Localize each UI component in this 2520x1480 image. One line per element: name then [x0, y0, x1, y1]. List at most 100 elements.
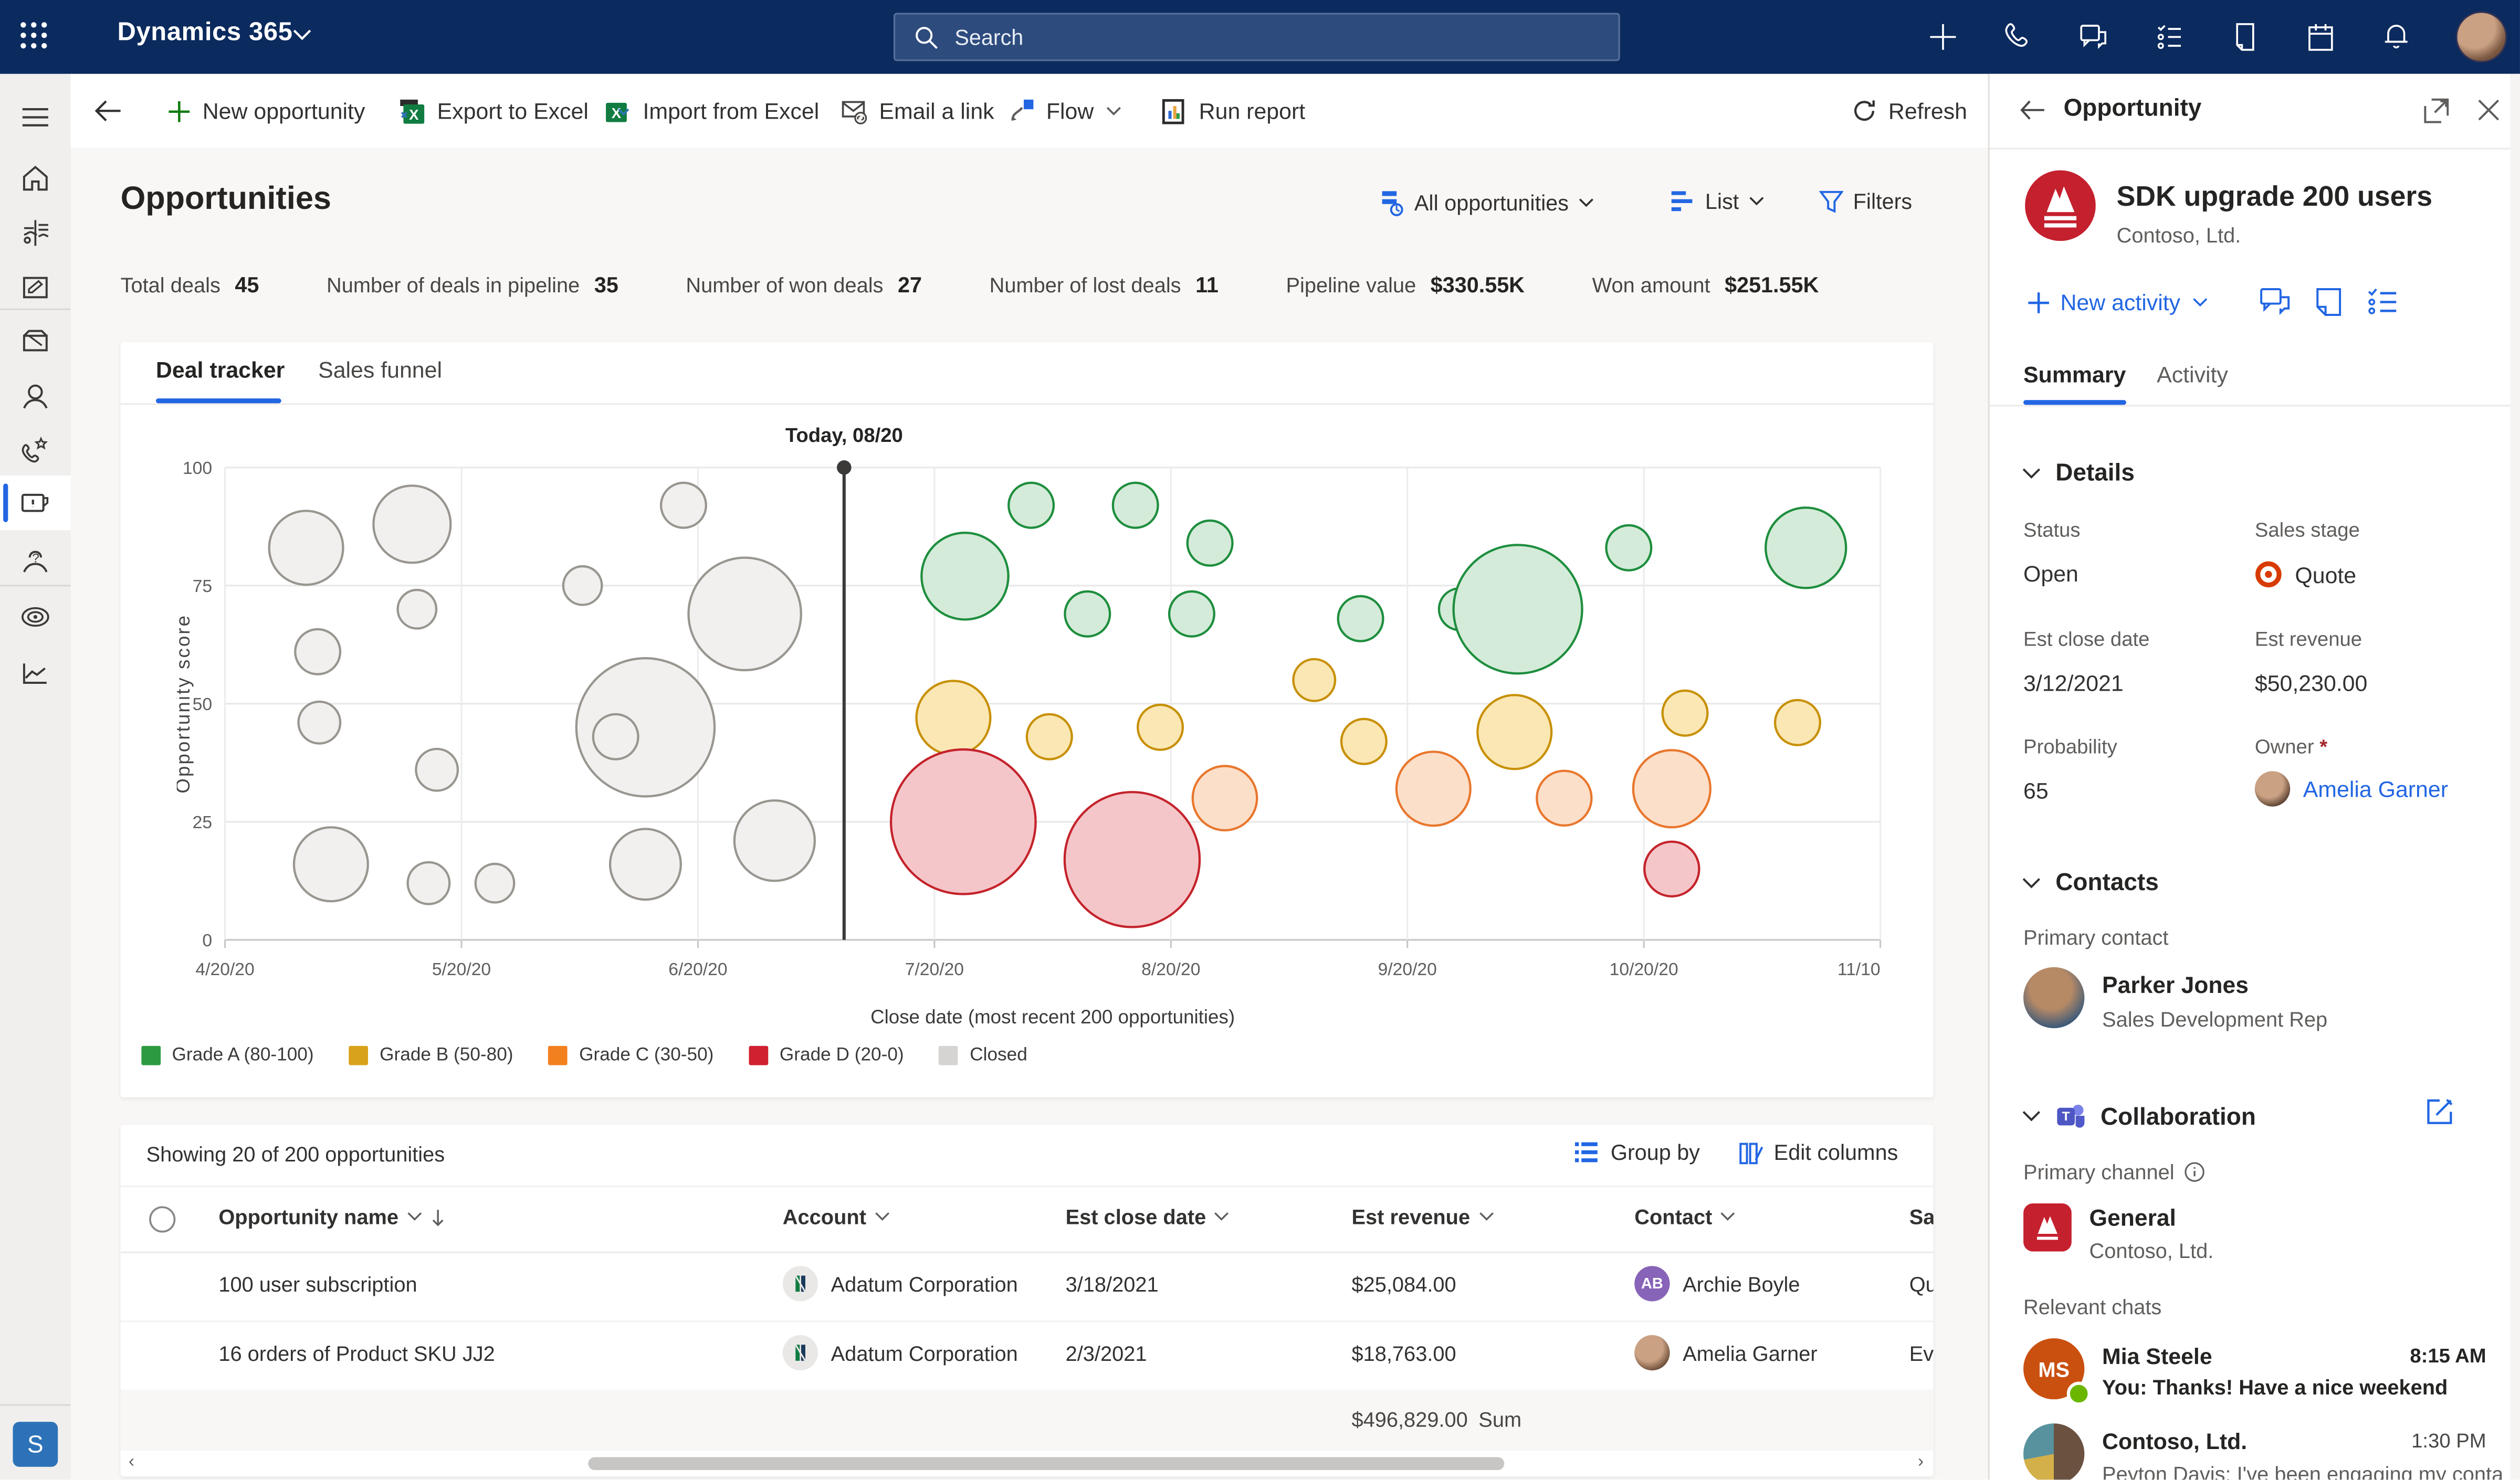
- cell-opportunity-name[interactable]: 16 orders of Product SKU JJ2: [218, 1341, 495, 1366]
- est-close-date-value[interactable]: 3/12/2021: [2023, 670, 2124, 696]
- contacts-icon[interactable]: [19, 381, 51, 413]
- cell-contact[interactable]: AB Archie Boyle: [1634, 1266, 1800, 1301]
- bubble[interactable]: [416, 749, 458, 791]
- column-est-revenue[interactable]: Est revenue: [1351, 1205, 1494, 1229]
- home-icon[interactable]: [19, 162, 51, 194]
- chat-icon[interactable]: [2260, 288, 2290, 316]
- import-excel-button[interactable]: X Import from Excel: [604, 74, 819, 148]
- contacts-section-header[interactable]: Contacts: [2022, 869, 2159, 896]
- collaboration-section-header[interactable]: T Collaboration: [2022, 1102, 2256, 1131]
- bubble[interactable]: [1537, 771, 1591, 826]
- chat-name[interactable]: Contoso, Ltd.: [2102, 1428, 2247, 1454]
- bubble[interactable]: [1644, 842, 1699, 896]
- flow-button[interactable]: Flow: [1009, 74, 1121, 148]
- details-section-header[interactable]: Details: [2022, 460, 2135, 487]
- table-row[interactable]: 16 orders of Product SKU JJ2 Adatum Corp…: [121, 1320, 1934, 1391]
- group-by-button[interactable]: Group by: [1576, 1140, 1700, 1165]
- view-selector[interactable]: All opportunities: [1379, 189, 1594, 217]
- run-report-button[interactable]: Run report: [1160, 74, 1305, 148]
- primary-contact-name[interactable]: Parker Jones: [2102, 974, 2249, 999]
- bubble[interactable]: [1113, 483, 1158, 528]
- compose-icon[interactable]: [2425, 1097, 2454, 1126]
- owner-link[interactable]: Amelia Garner: [2303, 776, 2448, 802]
- bubble[interactable]: [298, 702, 340, 744]
- tab-activity[interactable]: Activity: [2157, 362, 2228, 387]
- add-icon[interactable]: [1927, 21, 1959, 53]
- bubble[interactable]: [734, 800, 815, 881]
- cell-contact[interactable]: Amelia Garner: [1634, 1335, 1817, 1370]
- panel-back-icon[interactable]: [2019, 100, 2046, 121]
- leads-icon[interactable]: [19, 436, 51, 468]
- bubble[interactable]: [1009, 483, 1054, 528]
- bubble[interactable]: [1138, 705, 1183, 750]
- column-opportunity-name[interactable]: Opportunity name: [218, 1205, 445, 1229]
- bubble[interactable]: [1193, 766, 1257, 830]
- bubble[interactable]: [295, 629, 340, 674]
- bubble[interactable]: [1477, 695, 1551, 769]
- search-input[interactable]: [951, 23, 1569, 50]
- refresh-button[interactable]: Refresh: [1852, 74, 1968, 148]
- status-value[interactable]: Open: [2023, 561, 2078, 586]
- new-activity-button[interactable]: New activity: [2028, 289, 2208, 315]
- column-account[interactable]: Account: [783, 1205, 890, 1229]
- calendar-icon[interactable]: [2305, 21, 2337, 53]
- new-opportunity-button[interactable]: New opportunity: [167, 74, 365, 148]
- bubble[interactable]: [408, 862, 450, 904]
- user-avatar[interactable]: [2456, 11, 2507, 62]
- waffle-icon[interactable]: [19, 21, 48, 50]
- bubble[interactable]: [1775, 700, 1820, 745]
- bubble[interactable]: [891, 749, 1036, 894]
- bubble[interactable]: [1454, 545, 1582, 673]
- bubble[interactable]: [294, 827, 368, 901]
- bell-icon[interactable]: [2380, 21, 2412, 53]
- insights-icon[interactable]: [19, 217, 51, 249]
- bubble[interactable]: [1396, 752, 1471, 826]
- checklist-icon[interactable]: [2367, 288, 2398, 315]
- cell-account[interactable]: Adatum Corporation: [783, 1335, 1018, 1370]
- bubble[interactable]: [476, 864, 514, 902]
- email-link-button[interactable]: Email a link: [841, 74, 994, 148]
- expand-icon[interactable]: [2423, 98, 2449, 124]
- chevron-down-icon[interactable]: [292, 29, 312, 41]
- bubble[interactable]: [1169, 591, 1214, 637]
- panel-scrollbar[interactable]: [2511, 74, 2520, 1480]
- tab-sales-funnel[interactable]: Sales funnel: [318, 357, 442, 383]
- global-search[interactable]: [894, 13, 1620, 61]
- bubble[interactable]: [1293, 659, 1335, 701]
- primary-contact-avatar[interactable]: [2023, 967, 2084, 1028]
- bubble[interactable]: [373, 485, 450, 563]
- bubble[interactable]: [398, 590, 436, 628]
- bubble[interactable]: [1633, 750, 1710, 827]
- page-icon[interactable]: [2229, 21, 2261, 53]
- export-excel-button[interactable]: X Export to Excel: [398, 74, 589, 148]
- layout-selector[interactable]: List: [1672, 189, 1765, 214]
- bubble[interactable]: [661, 483, 706, 528]
- bubble[interactable]: [688, 558, 801, 670]
- cell-opportunity-name[interactable]: 100 user subscription: [218, 1272, 417, 1296]
- bubble[interactable]: [610, 829, 681, 900]
- scroll-left-icon[interactable]: ‹: [129, 1452, 134, 1472]
- bubble[interactable]: [921, 533, 1008, 619]
- column-contact[interactable]: Contact: [1634, 1205, 1736, 1229]
- table-row[interactable]: 100 user subscription Adatum Corporation…: [121, 1252, 1934, 1323]
- bubble[interactable]: [916, 681, 990, 755]
- area-switcher-sales[interactable]: S: [13, 1422, 58, 1467]
- bubble[interactable]: [1606, 525, 1651, 570]
- teams-chat-icon[interactable]: [2078, 21, 2110, 53]
- accounts-icon[interactable]: [19, 324, 51, 356]
- phone-icon[interactable]: [2002, 21, 2034, 53]
- bubble[interactable]: [1065, 792, 1200, 927]
- close-icon[interactable]: [2476, 98, 2501, 122]
- bubble[interactable]: [1065, 591, 1110, 637]
- bubble[interactable]: [1341, 719, 1387, 764]
- info-icon[interactable]: [2184, 1161, 2205, 1182]
- goals-icon[interactable]: [19, 601, 51, 633]
- chat-name[interactable]: Mia Steele: [2102, 1343, 2212, 1369]
- bubble[interactable]: [1766, 508, 1846, 588]
- column-est-close-date[interactable]: Est close date: [1066, 1205, 1231, 1229]
- app-title[interactable]: Dynamics 365: [117, 19, 292, 48]
- column-sales-stage-clipped[interactable]: Sa: [1909, 1205, 1934, 1229]
- probability-value[interactable]: 65: [2023, 778, 2049, 804]
- filters-button[interactable]: Filters: [1819, 189, 1912, 214]
- tab-deal-tracker[interactable]: Deal tracker: [156, 357, 285, 383]
